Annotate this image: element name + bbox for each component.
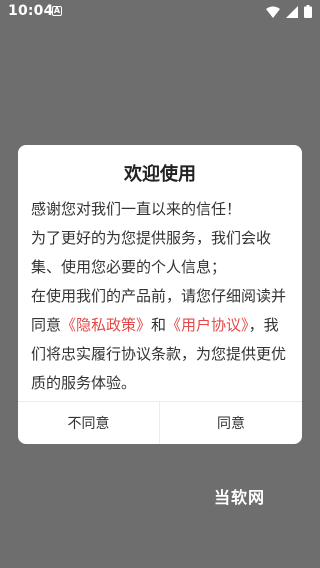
dialog-body: 感谢您对我们一直以来的信任！ 为了更好的为您提供服务，我们会收集、使用您必要的个… xyxy=(31,195,293,398)
disagree-button[interactable]: 不同意 xyxy=(18,402,159,444)
dialog-title: 欢迎使用 xyxy=(124,164,196,185)
and-text: 和 xyxy=(151,316,167,334)
signal-icon xyxy=(286,5,298,18)
wifi-icon xyxy=(266,6,280,18)
privacy-policy-link[interactable]: 《隐私政策》 xyxy=(61,316,151,334)
dialog-line-thanks: 感谢您对我们一直以来的信任！ xyxy=(31,200,242,218)
status-icons xyxy=(266,5,312,18)
privacy-dialog: 欢迎使用 感谢您对我们一直以来的信任！ 为了更好的为您提供服务，我们会收集、使用… xyxy=(18,145,302,444)
status-bar: 10:04 A xyxy=(0,0,320,24)
dialog-line-info: 为了更好的为您提供服务，我们会收集、使用您必要的个人信息； xyxy=(31,229,272,276)
dialog-line-consent: 在使用我们的产品前，请您仔细阅读并同意《隐私政策》和《用户协议》，我们将忠实履行… xyxy=(31,282,293,398)
watermark-logo: 当软网 xyxy=(214,488,266,507)
user-agreement-link[interactable]: 《用户协议》 xyxy=(166,316,249,334)
a-box-icon: A xyxy=(52,6,62,16)
status-time: 10:04 xyxy=(8,3,54,19)
agree-button[interactable]: 同意 xyxy=(160,402,302,444)
battery-icon xyxy=(304,5,312,18)
